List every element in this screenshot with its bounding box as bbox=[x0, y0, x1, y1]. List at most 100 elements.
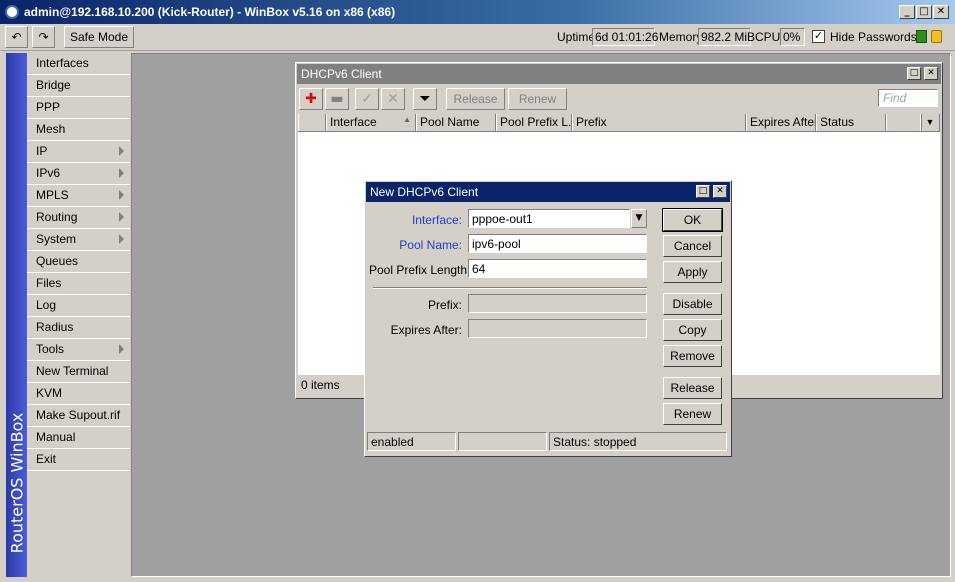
sidebar-item-ppp[interactable]: PPP bbox=[27, 97, 130, 119]
sidebar-item-tools[interactable]: Tools bbox=[27, 339, 130, 361]
sidebar-item-exit[interactable]: Exit bbox=[27, 449, 130, 471]
dropdown-icon[interactable]: ▼ bbox=[631, 209, 647, 228]
sidebar-item-queues[interactable]: Queues bbox=[27, 251, 130, 273]
close-icon[interactable]: ✕ bbox=[933, 5, 949, 19]
sidebar-item-label: Routing bbox=[36, 210, 78, 224]
remove-button[interactable]: Remove bbox=[663, 345, 722, 367]
filter-button[interactable]: ⏷ bbox=[413, 88, 437, 110]
sidebar-item-interfaces[interactable]: Interfaces bbox=[27, 53, 130, 75]
interface-select[interactable]: pppoe-out1 bbox=[468, 209, 630, 228]
submenu-arrow-icon bbox=[119, 344, 124, 354]
dhcpv6-client-titlebar[interactable]: DHCPv6 Client □ ✕ bbox=[297, 64, 941, 84]
apply-button[interactable]: Apply bbox=[663, 261, 722, 283]
x-icon: ✕ bbox=[387, 91, 399, 107]
column-header-expires-after[interactable]: Expires After bbox=[746, 114, 816, 131]
cancel-button[interactable]: Cancel bbox=[663, 235, 722, 257]
cpu-value: 0% bbox=[780, 28, 805, 46]
window-title: DHCPv6 Client bbox=[301, 67, 382, 81]
main-toolbar: ↶ ↷ Safe Mode Uptime: 6d 01:01:26 Memory… bbox=[0, 24, 955, 51]
column-header-status[interactable]: Status bbox=[816, 114, 886, 131]
pool-prefix-length-label: Pool Prefix Length: bbox=[369, 263, 471, 277]
sidebar-item-label: Interfaces bbox=[36, 56, 89, 70]
sidebar-item-label: Exit bbox=[36, 452, 57, 466]
status-middle bbox=[458, 432, 547, 451]
submenu-arrow-icon bbox=[119, 212, 124, 222]
sidebar-item-label: KVM bbox=[36, 386, 63, 400]
column-header-prefix[interactable]: Prefix bbox=[572, 114, 746, 131]
close-icon[interactable]: ✕ bbox=[713, 185, 727, 198]
sidebar-item-mpls[interactable]: MPLS bbox=[27, 185, 130, 207]
window-title: admin@192.168.10.200 (Kick-Router) - Win… bbox=[24, 5, 396, 19]
lock-icon bbox=[931, 30, 942, 43]
pool-name-input[interactable]: ipv6-pool bbox=[468, 234, 647, 253]
copy-button[interactable]: Copy bbox=[663, 319, 722, 341]
undo-icon: ↶ bbox=[11, 30, 22, 44]
sidebar-item-label: Make Supout.rif bbox=[36, 408, 121, 422]
new-dhcpv6-client-dialog: New DHCPv6 Client □ ✕ Interface: pppoe-o… bbox=[364, 180, 732, 457]
check-icon: ✓ bbox=[361, 91, 373, 107]
sidebar-item-files[interactable]: Files bbox=[27, 273, 130, 295]
prefix-field bbox=[468, 294, 647, 313]
brand-text: RouterOS WinBox bbox=[7, 412, 26, 553]
find-input[interactable]: Find bbox=[878, 89, 938, 107]
column-chooser-icon[interactable]: ▼ bbox=[920, 114, 940, 131]
new-dhcpv6-client-titlebar[interactable]: New DHCPv6 Client □ ✕ bbox=[366, 182, 730, 202]
sidebar-item-routing[interactable]: Routing bbox=[27, 207, 130, 229]
sidebar-item-label: Mesh bbox=[36, 122, 66, 136]
interface-label: Interface: bbox=[411, 213, 462, 227]
run-status: Status: stopped bbox=[549, 432, 727, 451]
add-button[interactable]: ✚ bbox=[299, 88, 323, 110]
sidebar-item-label: Log bbox=[36, 298, 57, 312]
renew-button[interactable]: Renew bbox=[663, 403, 722, 425]
disable-button[interactable]: Disable bbox=[663, 293, 722, 315]
undo-button[interactable]: ↶ bbox=[5, 26, 28, 48]
maximize-icon[interactable]: □ bbox=[916, 5, 932, 19]
sidebar-item-label: Radius bbox=[36, 320, 74, 334]
disable-button[interactable]: ✕ bbox=[381, 88, 405, 110]
minimize-icon[interactable]: _ bbox=[899, 5, 915, 19]
remove-button[interactable]: ▬ bbox=[325, 88, 349, 110]
sidebar-item-ipv6[interactable]: IPv6 bbox=[27, 163, 130, 185]
maximize-icon[interactable]: □ bbox=[696, 185, 710, 198]
sidebar-item-log[interactable]: Log bbox=[27, 295, 130, 317]
submenu-arrow-icon bbox=[119, 168, 124, 178]
sidebar-item-system[interactable]: System bbox=[27, 229, 130, 251]
column-header-interface[interactable]: Interface ▲ bbox=[326, 114, 416, 131]
winbox-logo-icon bbox=[5, 5, 19, 19]
close-icon[interactable]: ✕ bbox=[924, 67, 938, 80]
column-header-pool-prefix[interactable]: Pool Prefix L... bbox=[496, 114, 572, 131]
safe-mode-button[interactable]: Safe Mode bbox=[64, 26, 134, 48]
pool-prefix-length-input[interactable]: 64 bbox=[468, 259, 647, 278]
memory-value: 982.2 MiB bbox=[698, 28, 755, 46]
hide-passwords-label: Hide Passwords bbox=[830, 30, 917, 44]
sidebar-item-make-supout[interactable]: Make Supout.rif bbox=[27, 405, 130, 427]
redo-button[interactable]: ↷ bbox=[32, 26, 55, 48]
submenu-arrow-icon bbox=[119, 146, 124, 156]
sidebar-item-kvm[interactable]: KVM bbox=[27, 383, 130, 405]
ok-button[interactable]: OK bbox=[662, 208, 723, 232]
enable-button[interactable]: ✓ bbox=[355, 88, 379, 110]
sidebar-item-radius[interactable]: Radius bbox=[27, 317, 130, 339]
sidebar-item-label: Files bbox=[36, 276, 62, 290]
minus-icon: ▬ bbox=[330, 91, 344, 107]
sort-asc-icon: ▲ bbox=[403, 115, 411, 124]
renew-button[interactable]: Renew bbox=[508, 88, 567, 110]
expires-after-label: Expires After: bbox=[390, 323, 462, 337]
sidebar-item-label: IP bbox=[36, 144, 48, 158]
dialog-title: New DHCPv6 Client bbox=[370, 185, 479, 199]
column-header-flag[interactable] bbox=[298, 114, 326, 131]
sidebar-item-label: System bbox=[36, 232, 77, 246]
release-button[interactable]: Release bbox=[446, 88, 505, 110]
sidebar-item-mesh[interactable]: Mesh bbox=[27, 119, 130, 141]
sidebar-item-bridge[interactable]: Bridge bbox=[27, 75, 130, 97]
hide-passwords-checkbox[interactable]: ✓ bbox=[812, 30, 825, 43]
sidebar-item-ip[interactable]: IP bbox=[27, 141, 130, 163]
sidebar-item-manual[interactable]: Manual bbox=[27, 427, 130, 449]
sidebar-item-label: Queues bbox=[36, 254, 79, 268]
column-header-pool-name[interactable]: Pool Name bbox=[416, 114, 496, 131]
maximize-icon[interactable]: □ bbox=[907, 67, 921, 80]
release-button[interactable]: Release bbox=[663, 377, 722, 399]
submenu-arrow-icon bbox=[119, 234, 124, 244]
sidebar-item-new-terminal[interactable]: New Terminal bbox=[27, 361, 130, 383]
submenu-arrow-icon bbox=[119, 190, 124, 200]
